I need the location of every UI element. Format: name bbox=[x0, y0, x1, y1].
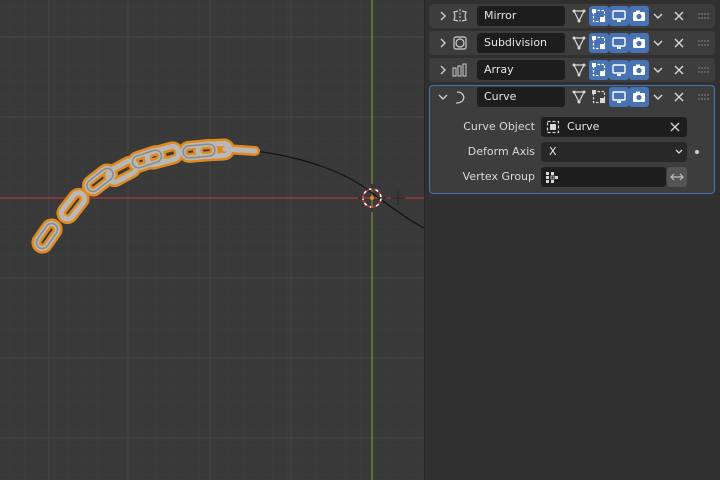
drag-grip-icon[interactable] bbox=[697, 65, 711, 75]
mirror-modifier-icon bbox=[453, 9, 467, 23]
modifier-panel-mirror: Mirror bbox=[429, 4, 715, 28]
render-camera-icon bbox=[633, 10, 645, 21]
chevron-down-icon[interactable] bbox=[650, 89, 666, 105]
render-toggle[interactable] bbox=[629, 6, 649, 26]
clear-icon[interactable] bbox=[668, 120, 682, 134]
subdivision-modifier-icon bbox=[453, 36, 467, 50]
render-camera-icon bbox=[633, 37, 645, 48]
drag-grip-icon[interactable] bbox=[697, 38, 711, 48]
curve-modifier-icon bbox=[455, 91, 465, 104]
modifier-panel-subdivision: Subdivision bbox=[429, 31, 715, 55]
edit-mode-toggle[interactable] bbox=[589, 6, 609, 26]
viewport-canvas bbox=[0, 0, 424, 480]
deform-axis-dropdown[interactable]: X bbox=[541, 142, 687, 162]
chevron-down-icon[interactable] bbox=[650, 8, 666, 24]
vertex-group-row: Vertex Group bbox=[429, 166, 715, 188]
drag-grip-icon[interactable] bbox=[697, 11, 711, 21]
vertex-group-label: Vertex Group bbox=[462, 170, 535, 183]
deform-axis-value: X bbox=[549, 145, 557, 158]
close-icon[interactable] bbox=[671, 89, 687, 105]
array-modifier-icon bbox=[452, 63, 467, 77]
modifier-header: Mirror bbox=[429, 4, 715, 28]
realtime-display-icon bbox=[612, 37, 626, 49]
deform-axis-label: Deform Axis bbox=[467, 145, 535, 158]
modifier-header: Array bbox=[429, 58, 715, 82]
modifier-panel-curve: Curve Curve Object Curve Deform Axis X V… bbox=[429, 85, 715, 194]
realtime-display-toggle[interactable] bbox=[609, 60, 629, 80]
render-toggle[interactable] bbox=[629, 33, 649, 53]
chevron-right-icon[interactable] bbox=[436, 63, 450, 77]
close-icon[interactable] bbox=[671, 35, 687, 51]
modifier-name-field[interactable]: Array bbox=[477, 60, 565, 80]
curve-object-field[interactable]: Curve bbox=[541, 117, 687, 137]
realtime-display-icon bbox=[612, 91, 626, 103]
drag-grip-icon[interactable] bbox=[697, 92, 711, 102]
vertex-group-field[interactable] bbox=[541, 167, 666, 187]
modifier-properties-panel: Mirror Subdivision Array Curve Curve Obj… bbox=[424, 0, 720, 480]
chevron-right-icon[interactable] bbox=[436, 36, 450, 50]
close-icon[interactable] bbox=[671, 62, 687, 78]
edit-mode-cage-icon bbox=[572, 63, 586, 77]
curve-object-label: Curve Object bbox=[463, 120, 535, 133]
realtime-display-icon bbox=[612, 64, 626, 76]
render-camera-icon bbox=[633, 64, 645, 75]
curve-object-value: Curve bbox=[567, 120, 600, 133]
edit-mode-cage-toggle[interactable] bbox=[569, 87, 589, 107]
chevron-down-icon[interactable] bbox=[436, 90, 450, 104]
modifier-name-field[interactable]: Mirror bbox=[477, 6, 565, 26]
render-toggle[interactable] bbox=[629, 60, 649, 80]
realtime-display-icon bbox=[612, 10, 626, 22]
chevron-down-icon[interactable] bbox=[650, 35, 666, 51]
edit-mode-icon bbox=[592, 63, 606, 77]
object-data-icon bbox=[546, 120, 560, 134]
edit-mode-cage-toggle[interactable] bbox=[569, 60, 589, 80]
vertex-group-icon bbox=[546, 172, 558, 183]
chevron-down-icon[interactable] bbox=[650, 62, 666, 78]
render-camera-icon bbox=[633, 91, 645, 102]
arrow-left-right-icon bbox=[670, 173, 684, 181]
curve-object-row: Curve Object Curve bbox=[429, 116, 715, 138]
render-toggle[interactable] bbox=[629, 87, 649, 107]
edit-mode-cage-toggle[interactable] bbox=[569, 33, 589, 53]
edit-mode-icon bbox=[592, 36, 606, 50]
modifier-header: Curve bbox=[429, 85, 715, 109]
3d-viewport[interactable] bbox=[0, 0, 424, 480]
edit-mode-cage-icon bbox=[572, 9, 586, 23]
modifier-name-field[interactable]: Curve bbox=[477, 87, 565, 107]
edit-mode-cage-icon bbox=[572, 36, 586, 50]
invert-vertex-group-button[interactable] bbox=[667, 167, 687, 187]
edit-mode-cage-toggle[interactable] bbox=[569, 6, 589, 26]
edit-mode-cage-icon bbox=[572, 90, 586, 104]
edit-mode-toggle[interactable] bbox=[589, 33, 609, 53]
edit-mode-icon bbox=[592, 90, 606, 104]
edit-mode-icon bbox=[592, 9, 606, 23]
modifier-panel-array: Array bbox=[429, 58, 715, 82]
chevron-down-icon bbox=[675, 149, 683, 154]
close-icon[interactable] bbox=[671, 8, 687, 24]
modifier-header: Subdivision bbox=[429, 31, 715, 55]
edit-mode-toggle[interactable] bbox=[589, 87, 609, 107]
modifier-name-field[interactable]: Subdivision bbox=[477, 33, 565, 53]
realtime-display-toggle[interactable] bbox=[609, 87, 629, 107]
realtime-display-toggle[interactable] bbox=[609, 6, 629, 26]
deform-axis-row: Deform Axis X bbox=[429, 141, 715, 163]
edit-mode-toggle[interactable] bbox=[589, 60, 609, 80]
realtime-display-toggle[interactable] bbox=[609, 33, 629, 53]
chevron-right-icon[interactable] bbox=[436, 9, 450, 23]
keyframe-dot-icon[interactable] bbox=[695, 150, 699, 154]
